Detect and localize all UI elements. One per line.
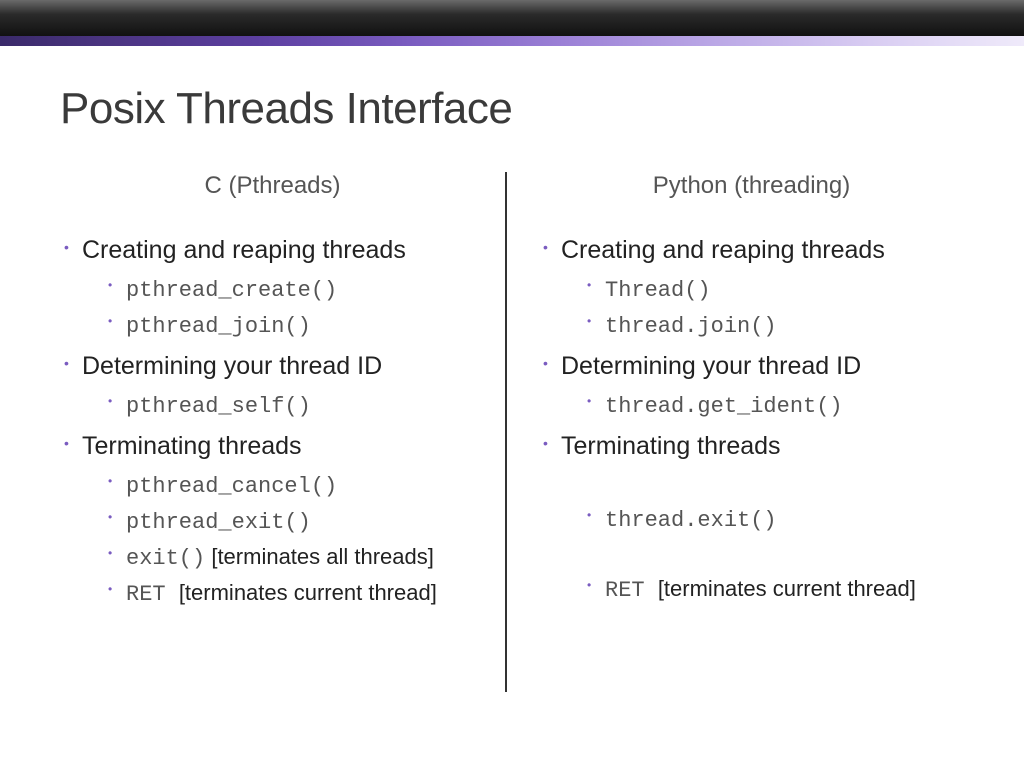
right-sec-1-title: Determining your thread ID <box>561 352 861 380</box>
right-heading: Python (threading) <box>539 172 964 200</box>
code-text: RET <box>126 582 179 607</box>
right-sec-0: Creating and reaping threads Thread() th… <box>543 234 964 344</box>
list-item: Thread() <box>587 272 964 308</box>
list-item: RET [terminates current thread] <box>587 572 964 608</box>
left-sec-2: Terminating threads pthread_cancel() pth… <box>64 430 485 612</box>
code-text: thread.exit() <box>605 508 777 533</box>
list-item: exit() [terminates all threads] <box>108 540 485 576</box>
code-text: RET <box>605 578 658 603</box>
code-text: pthread_create() <box>126 278 337 303</box>
code-text: exit() <box>126 546 205 571</box>
right-sec-2: Terminating threads . thread.exit() . RE… <box>543 430 964 608</box>
list-item: thread.exit() <box>587 502 964 538</box>
list-item: pthread_self() <box>108 388 485 424</box>
left-outline: Creating and reaping threads pthread_cre… <box>60 234 485 612</box>
code-text: thread.join() <box>605 314 777 339</box>
left-sec-2-title: Terminating threads <box>82 432 302 460</box>
left-sec-1-items: pthread_self() <box>82 388 485 424</box>
slide-body: Posix Threads Interface C (Pthreads) Cre… <box>0 46 1024 768</box>
code-text: pthread_exit() <box>126 510 311 535</box>
note-text: [terminates current thread] <box>179 580 437 605</box>
list-item: RET [terminates current thread] <box>108 576 485 612</box>
left-sec-0-items: pthread_create() pthread_join() <box>82 272 485 344</box>
slide-top-gradient <box>0 0 1024 36</box>
slide-title: Posix Threads Interface <box>60 84 964 134</box>
left-heading: C (Pthreads) <box>60 172 485 200</box>
note-text: [terminates all threads] <box>205 544 434 569</box>
slide-purple-ribbon <box>0 36 1024 46</box>
left-sec-2-items: pthread_cancel() pthread_exit() exit() [… <box>82 468 485 612</box>
left-column: C (Pthreads) Creating and reaping thread… <box>60 172 505 732</box>
code-text: thread.get_ident() <box>605 394 843 419</box>
right-column: Python (threading) Creating and reaping … <box>507 172 964 732</box>
code-text: pthread_cancel() <box>126 474 337 499</box>
left-sec-0: Creating and reaping threads pthread_cre… <box>64 234 485 344</box>
list-item: thread.join() <box>587 308 964 344</box>
right-sec-1: Determining your thread ID thread.get_id… <box>543 350 964 424</box>
right-sec-2-items: . thread.exit() . RET [terminates curren… <box>561 468 964 608</box>
right-sec-1-items: thread.get_ident() <box>561 388 964 424</box>
list-item: pthread_cancel() <box>108 468 485 504</box>
right-outline: Creating and reaping threads Thread() th… <box>539 234 964 608</box>
code-text: pthread_join() <box>126 314 311 339</box>
left-sec-1: Determining your thread ID pthread_self(… <box>64 350 485 424</box>
list-item: pthread_join() <box>108 308 485 344</box>
left-sec-0-title: Creating and reaping threads <box>82 236 406 264</box>
two-column-layout: C (Pthreads) Creating and reaping thread… <box>60 172 964 732</box>
list-item: pthread_exit() <box>108 504 485 540</box>
list-item: thread.get_ident() <box>587 388 964 424</box>
right-sec-2-title: Terminating threads <box>561 432 781 460</box>
right-sec-0-items: Thread() thread.join() <box>561 272 964 344</box>
code-text: Thread() <box>605 278 711 303</box>
list-item: pthread_create() <box>108 272 485 308</box>
code-text: pthread_self() <box>126 394 311 419</box>
left-sec-1-title: Determining your thread ID <box>82 352 382 380</box>
note-text: [terminates current thread] <box>658 576 916 601</box>
right-sec-0-title: Creating and reaping threads <box>561 236 885 264</box>
